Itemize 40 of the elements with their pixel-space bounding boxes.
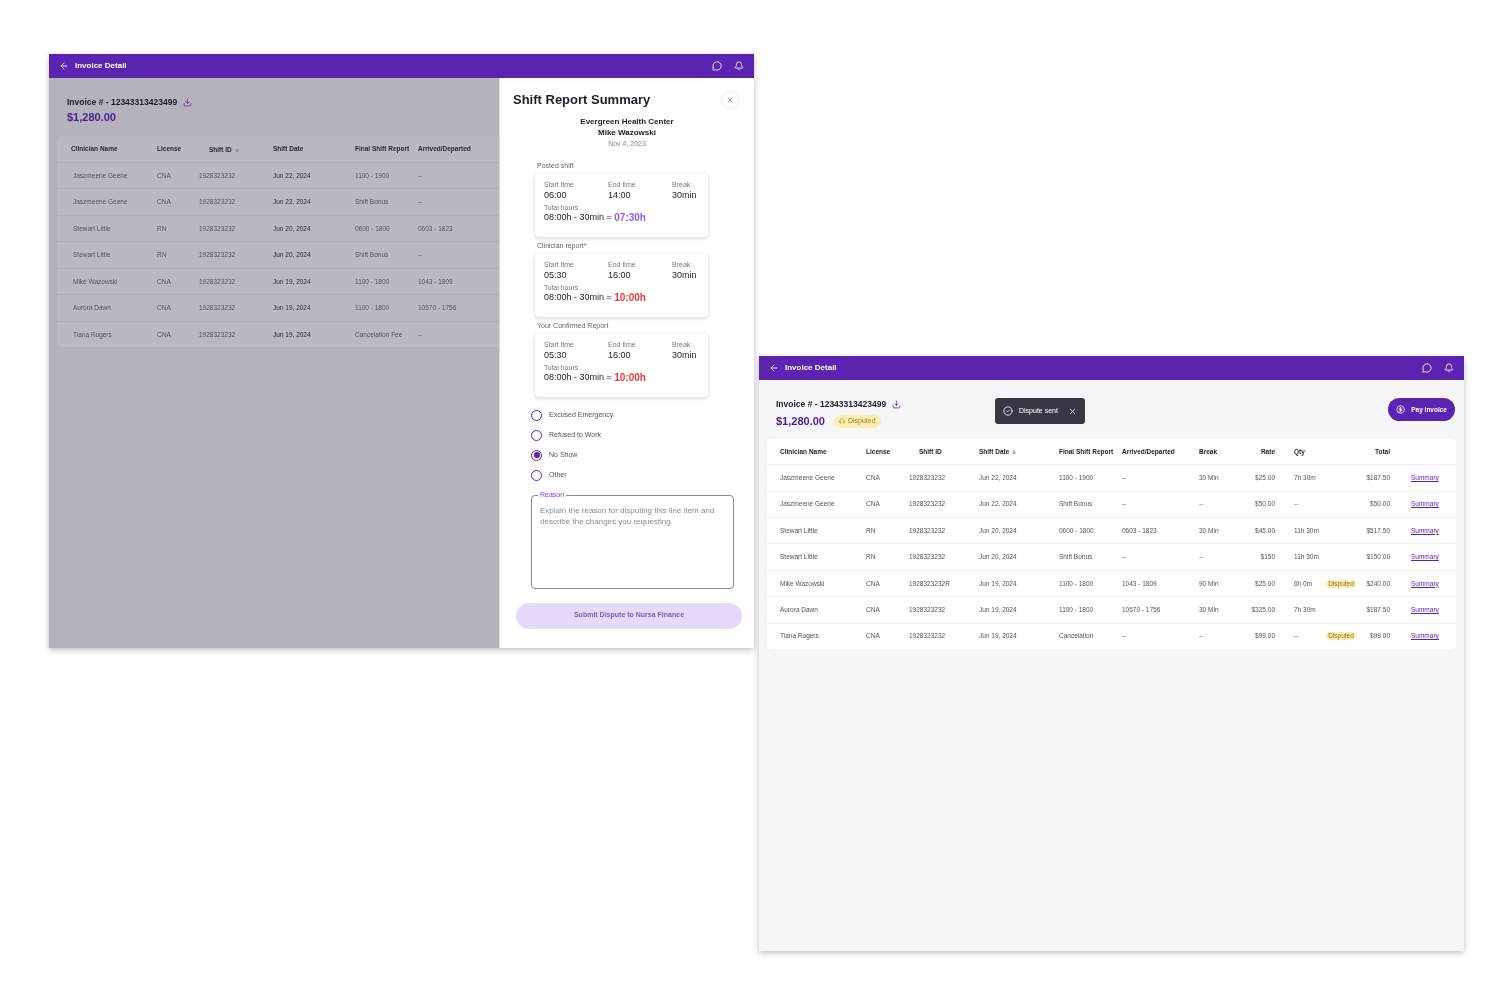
total-result: 10:00h — [614, 291, 646, 303]
sort-arrow-icon — [233, 147, 240, 154]
close-icon[interactable] — [1067, 406, 1077, 416]
notification-icon[interactable] — [734, 61, 744, 71]
invoice-number: Invoice # - 12343313423499 — [776, 398, 887, 411]
back-arrow-icon[interactable] — [59, 61, 69, 71]
notification-icon[interactable] — [1444, 363, 1454, 373]
drawer-title: Shift Report Summary — [513, 91, 651, 109]
chat-icon[interactable] — [712, 61, 722, 71]
headset-icon — [838, 418, 845, 424]
total-hours: 08:00h - 30min = — [544, 371, 613, 383]
total-result: 10:00h — [614, 371, 646, 383]
field-value: 30min — [672, 189, 698, 200]
page-title: Invoice Detail — [785, 362, 837, 374]
invoice-amount: $1,280.00 — [776, 413, 825, 429]
chat-icon[interactable] — [1422, 363, 1432, 373]
field-value: 30min — [672, 269, 698, 280]
sort-arrow-icon — [1011, 448, 1018, 455]
total-hours: 08:00h - 30min = — [544, 291, 613, 303]
facility-name: Evergreen Health Center — [580, 115, 674, 127]
invoice-amount: $1,280.00 — [66, 109, 117, 125]
dollar-icon — [1396, 405, 1406, 414]
reason-input[interactable]: Explain the reason for disputing this line item and describe the changes you requesting. — [540, 504, 725, 588]
total-result: 07:30h — [614, 211, 646, 223]
total-hours: 08:00h - 30min = — [544, 211, 613, 223]
back-arrow-icon[interactable] — [769, 363, 779, 373]
field-value: 16:00 — [608, 349, 632, 360]
field-value: 05:30 — [544, 269, 568, 280]
clinician-name: Mike Wazowski — [598, 126, 656, 138]
field-value: 16:00 — [608, 269, 632, 280]
download-icon[interactable] — [183, 97, 193, 107]
field-value: 05:30 — [544, 349, 568, 360]
page-title: Invoice Detail — [75, 60, 127, 72]
close-icon — [726, 95, 734, 104]
download-icon[interactable] — [892, 399, 902, 409]
invoice-number: Invoice # - 12343313423499 — [67, 96, 178, 109]
field-value: 06:00 — [544, 189, 568, 200]
field-value: 14:00 — [608, 189, 632, 200]
field-value: 30min — [672, 349, 698, 360]
check-icon — [1003, 406, 1013, 416]
